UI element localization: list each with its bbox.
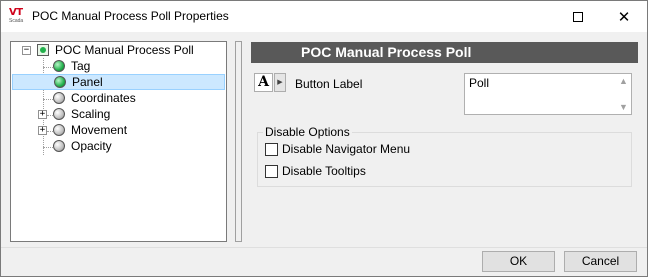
disable-tooltips-label[interactable]: Disable Tooltips [282,164,366,178]
logo-text: VT [9,7,23,18]
font-button[interactable]: A [254,73,273,92]
tree-item-label: Scaling [71,107,111,121]
vtscada-logo-icon: VT Scada [9,7,27,26]
tree-item-label: Coordinates [71,91,136,105]
expand-icon: + [39,109,46,119]
disable-navigator-menu-option[interactable]: Disable Navigator Menu [265,142,410,156]
maximize-icon [573,11,583,22]
tree-item-coordinates[interactable]: Coordinates [53,90,138,106]
window-title: POC Manual Process Poll Properties [32,9,229,23]
collapse-icon: − [23,45,30,55]
close-button[interactable]: ✕ [601,1,647,32]
tree-item-movement[interactable]: Movement [53,122,129,138]
tree-connector [43,58,44,155]
tree-item-label: Tag [71,59,91,73]
disable-options-group [257,132,632,187]
button-label-input[interactable]: Poll ▲ ▼ [464,73,632,115]
disable-tooltips-option[interactable]: Disable Tooltips [265,164,366,178]
vertical-scrollbar[interactable]: ▲ ▼ [616,74,631,114]
properties-tree[interactable]: − POC Manual Process Poll Tag Panel Coor… [10,41,227,242]
disable-navigator-menu-checkbox[interactable] [265,142,278,156]
tree-scaling-expander[interactable]: + [38,110,47,119]
green-ball-icon [54,76,66,88]
panel-header: POC Manual Process Poll [251,42,638,63]
font-icon: A [258,74,269,90]
grey-ball-icon [53,108,65,120]
ok-button[interactable]: OK [482,251,555,272]
button-label-caption: Button Label [295,77,363,91]
scroll-up-icon[interactable]: ▲ [616,74,631,88]
tree-item-panel[interactable]: Panel [12,74,225,90]
close-icon: ✕ [617,7,631,26]
properties-dialog: VT Scada POC Manual Process Poll Propert… [0,0,648,277]
panel-splitter[interactable] [235,41,242,242]
tree-root-expander[interactable]: − [22,46,31,55]
maximize-button[interactable] [555,1,601,32]
panel-header-title: POC Manual Process Poll [301,44,472,60]
grey-ball-icon [53,140,65,152]
grey-ball-icon [53,124,65,136]
disable-options-legend: Disable Options [263,125,352,139]
arrow-right-icon: ▶ [277,79,283,86]
tree-item-label: POC Manual Process Poll [55,43,194,57]
font-menu-button[interactable]: ▶ [274,73,286,92]
tree-item-root[interactable]: POC Manual Process Poll [37,42,196,58]
expand-icon: + [39,125,46,135]
tree-item-label: Opacity [71,139,112,153]
logo-subtext: Scada [9,18,24,24]
root-node-icon [37,44,49,56]
title-bar: VT Scada POC Manual Process Poll Propert… [1,1,647,32]
tree-movement-expander[interactable]: + [38,126,47,135]
scroll-down-icon[interactable]: ▼ [616,100,631,114]
disable-tooltips-checkbox[interactable] [265,164,278,178]
button-label-value: Poll [469,76,490,90]
cancel-button[interactable]: Cancel [564,251,637,272]
tree-item-opacity[interactable]: Opacity [53,138,114,154]
disable-navigator-menu-label[interactable]: Disable Navigator Menu [282,142,410,156]
grey-ball-icon [53,92,65,104]
tree-item-tag[interactable]: Tag [53,58,92,74]
tree-item-label: Panel [72,75,103,89]
green-ball-icon [53,60,65,72]
tree-item-scaling[interactable]: Scaling [53,106,112,122]
tree-item-label: Movement [71,123,128,137]
